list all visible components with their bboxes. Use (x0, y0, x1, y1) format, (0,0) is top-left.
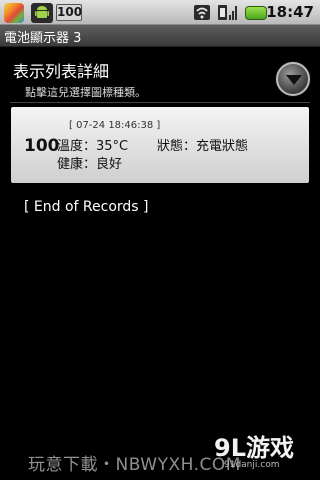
app-icon (4, 3, 24, 23)
view-mode-title[interactable]: 表示列表詳細 (13, 58, 109, 82)
app-title: 電池顯示器 3 (4, 31, 82, 46)
record-list-item[interactable]: [ 07-24 18:46:38 ] 100 溫度：35°C 狀態：充電狀態 健… (11, 107, 309, 183)
app-title-bar: 電池顯示器 3 (0, 25, 320, 47)
record-battery-level: 100 (24, 136, 60, 156)
battery-icon (245, 6, 267, 20)
record-timestamp: [ 07-24 18:46:38 ] (69, 120, 161, 131)
view-mode-hint: 點擊這兒選擇圖標種類。 (25, 86, 146, 99)
clock: 18:47 (266, 3, 314, 21)
view-mode-dropdown-button[interactable] (276, 62, 310, 96)
signal-icon (218, 3, 238, 22)
record-temperature: 溫度：35°C (57, 139, 129, 154)
wifi-icon (194, 3, 210, 22)
battery-level-icon: 100 (56, 4, 82, 21)
android-icon (31, 3, 53, 23)
watermark-text: 玩意下載・NBWYXH.COM (28, 455, 241, 475)
record-health: 健康：良好 (57, 157, 123, 172)
watermark-logo-text: 9L游戏 (214, 434, 294, 462)
end-of-records-label: [ End of Records ] (24, 199, 149, 215)
watermark-logo: 9L游戏 91danji.com (214, 428, 310, 474)
chevron-down-icon (286, 75, 302, 85)
divider (10, 102, 310, 103)
status-bar: 100 18:47 (0, 0, 320, 25)
record-status: 狀態：充電狀態 (157, 139, 249, 154)
battery-badge-text: 100 (57, 5, 83, 19)
watermark-logo-url: 91danji.com (224, 460, 280, 470)
